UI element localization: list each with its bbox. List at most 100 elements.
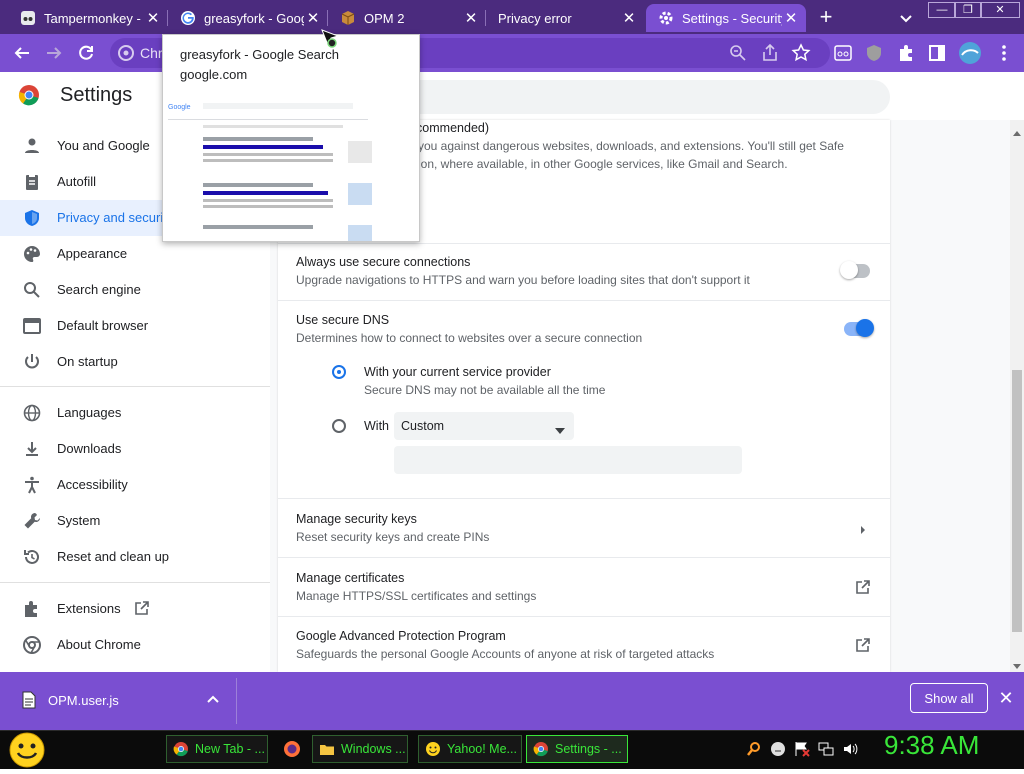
dns-provider-select[interactable]: Custom <box>394 412 574 440</box>
close-icon[interactable]: ✕ <box>462 9 480 27</box>
secure-dns-title: Use secure DNS <box>296 313 390 327</box>
restore-button[interactable]: ❐ <box>954 2 982 18</box>
dns-current-provider-radio[interactable] <box>332 365 346 379</box>
search-icon[interactable] <box>746 741 762 757</box>
sidebar-item-extensions[interactable]: Extensions <box>0 591 270 627</box>
profile-avatar[interactable] <box>958 41 982 65</box>
secure-dns-toggle[interactable] <box>844 319 874 337</box>
start-smiley-icon[interactable] <box>8 731 46 769</box>
manage-certificates-row[interactable]: Manage certificates Manage HTTPS/SSL cer… <box>278 558 890 616</box>
show-all-button[interactable]: Show all <box>910 683 988 713</box>
sidebar-item-downloads[interactable]: Downloads <box>0 431 270 467</box>
address-text: Chr <box>140 45 163 61</box>
sidebar-item-accessibility[interactable]: Accessibility <box>0 467 270 503</box>
scrollbar-thumb[interactable] <box>1012 370 1022 632</box>
package-icon <box>340 10 356 26</box>
person-icon <box>22 136 42 156</box>
side-panel-icon[interactable] <box>927 43 947 63</box>
reload-icon[interactable] <box>76 43 96 63</box>
browser-toolbar: Chr <box>0 34 1024 72</box>
close-icon[interactable]: ✕ <box>620 9 638 27</box>
page-title: Settings <box>60 84 133 106</box>
sidebar-item-search-engine[interactable]: Search engine <box>0 272 270 308</box>
menu-kebab-icon[interactable] <box>994 43 1014 63</box>
taskbar-item-new-tab[interactable]: New Tab - ... <box>166 735 268 763</box>
taskbar-item-yahoo[interactable]: Yahoo! Me... <box>418 735 522 763</box>
palette-icon <box>22 244 42 264</box>
sidebar-item-on-startup[interactable]: On startup <box>0 344 270 380</box>
volume-icon[interactable] <box>842 741 858 757</box>
close-icon[interactable]: ✕ <box>782 9 800 27</box>
google-icon <box>180 10 196 26</box>
hover-card-domain: google.com <box>180 67 248 82</box>
advanced-protection-row[interactable]: Google Advanced Protection Program Safeg… <box>278 617 890 672</box>
dns-current-provider-label: With your current service provider <box>364 365 551 379</box>
tampermonkey-icon <box>20 10 36 26</box>
sidebar-item-languages[interactable]: Languages <box>0 395 270 431</box>
forward-arrow-icon[interactable] <box>44 43 64 63</box>
tab-search-chevron-icon[interactable] <box>896 8 916 28</box>
manage-security-keys-row[interactable]: Manage security keys Reset security keys… <box>278 499 890 557</box>
hover-card-title: greasyfork - Google Search <box>180 47 339 62</box>
share-icon[interactable] <box>760 43 780 63</box>
taskbar-item-settings[interactable]: Settings - ... <box>526 735 628 763</box>
close-icon[interactable]: ✕ <box>144 9 162 27</box>
https-title: Always use secure connections <box>296 255 471 269</box>
sidebar-divider <box>0 386 270 387</box>
window-close-button[interactable]: ✕ <box>980 2 1020 18</box>
dropdown-arrow-icon <box>554 422 566 434</box>
minimize-button[interactable]: — <box>928 2 956 18</box>
close-icon[interactable]: ✕ <box>304 9 322 27</box>
no-protection-desc: you against dangerous websites, download… <box>418 139 844 153</box>
gear-icon <box>658 10 674 26</box>
scroll-up-arrow-icon[interactable] <box>1012 124 1022 136</box>
bookmark-star-icon[interactable] <box>791 43 811 63</box>
dns-current-provider-desc: Secure DNS may not be available all the … <box>364 383 606 397</box>
dns-with-label: With <box>364 419 389 433</box>
taskbar-clock: 9:38 AM <box>884 730 980 760</box>
sidebar-item-about-chrome[interactable]: About Chrome <box>0 627 270 663</box>
scroll-down-arrow-icon[interactable] <box>1012 658 1022 669</box>
https-only-toggle[interactable] <box>840 261 870 279</box>
firefox-icon[interactable] <box>282 739 302 759</box>
tab-tampermonkey[interactable]: Tampermonkey - Ch ✕ <box>8 4 168 32</box>
sidebar-divider <box>0 582 270 583</box>
taskbar-item-windows[interactable]: Windows ... <box>312 735 408 763</box>
mouse-cursor-icon <box>320 28 344 50</box>
tab-privacy-error[interactable]: Privacy error ✕ <box>486 4 644 32</box>
download-icon <box>22 439 42 459</box>
folder-icon <box>319 741 335 757</box>
download-bar: OPM.user.js Show all ✕ <box>0 672 1024 730</box>
chevron-up-icon[interactable] <box>204 691 222 709</box>
custom-dns-input[interactable] <box>394 446 742 474</box>
https-desc: Upgrade navigations to HTTPS and warn yo… <box>296 273 750 287</box>
new-tab-button[interactable]: + <box>816 6 836 28</box>
settings-search-input[interactable] <box>400 80 890 114</box>
dns-custom-radio[interactable] <box>332 419 346 433</box>
sidebar-item-default-browser[interactable]: Default browser <box>0 308 270 344</box>
puzzle-icon <box>22 599 42 619</box>
chrome-icon <box>173 741 189 757</box>
tab-strip: Tampermonkey - Ch ✕ greasyfork - Google … <box>0 0 1024 34</box>
sidebar-item-system[interactable]: System <box>0 503 270 539</box>
back-arrow-icon[interactable] <box>12 43 32 63</box>
sidebar-item-reset-and-clean-up[interactable]: Reset and clean up <box>0 539 270 575</box>
dns-provider-value: Custom <box>401 419 445 433</box>
certificates-title: Manage certificates <box>296 571 405 585</box>
extensions-puzzle-icon[interactable] <box>896 43 916 63</box>
ublock-shield-icon[interactable] <box>864 43 884 63</box>
no-protection-desc-2: ion, where available, in other Google se… <box>418 157 788 171</box>
tray-emoji-icon[interactable] <box>770 741 786 757</box>
tray-flag-icon[interactable] <box>794 741 810 757</box>
chrome-icon <box>533 741 549 757</box>
tray-network-icon[interactable] <box>818 741 834 757</box>
open-in-new-icon <box>855 579 871 595</box>
zoom-icon[interactable] <box>728 43 748 63</box>
clipboard-icon <box>22 172 42 192</box>
download-filename[interactable]: OPM.user.js <box>48 693 119 708</box>
extension-oo-icon[interactable] <box>833 43 853 63</box>
tab-settings-security[interactable]: Settings - Security ✕ <box>646 4 806 32</box>
close-icon[interactable]: ✕ <box>998 689 1014 707</box>
tab-greasyfork[interactable]: greasyfork - Google Search ✕ <box>168 4 328 32</box>
tab-opm2[interactable]: OPM 2 ✕ <box>328 4 486 32</box>
